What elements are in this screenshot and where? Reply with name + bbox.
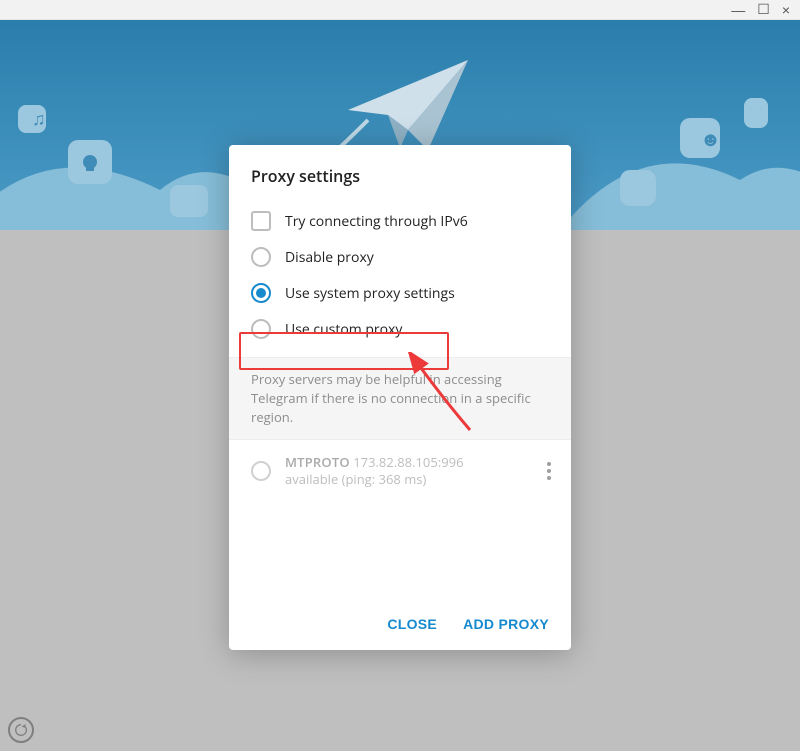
proxy-protocol: MTPROTO <box>285 453 350 471</box>
proxy-options-group: Try connecting through IPv6 Disable prox… <box>229 203 571 357</box>
radio-icon <box>251 319 271 339</box>
option-ipv6[interactable]: Try connecting through IPv6 <box>251 203 549 239</box>
proxy-address: 173.82.88.105:996 <box>353 453 463 471</box>
radio-selected-icon <box>251 283 271 303</box>
radio-icon <box>251 247 271 267</box>
option-disable-proxy[interactable]: Disable proxy <box>251 239 549 275</box>
option-custom-proxy[interactable]: Use custom proxy <box>251 311 549 347</box>
radio-icon <box>251 461 271 481</box>
option-system-proxy[interactable]: Use system proxy settings <box>251 275 549 311</box>
proxy-settings-dialog: Proxy settings Try connecting through IP… <box>229 145 571 650</box>
option-label: Use system proxy settings <box>285 284 455 303</box>
option-label: Try connecting through IPv6 <box>285 212 468 231</box>
svg-text:☻: ☻ <box>700 125 721 152</box>
dialog-actions: CLOSE ADD PROXY <box>229 602 571 650</box>
proxy-meta: MTPROTO 173.82.88.105:996 available (pin… <box>285 454 523 489</box>
option-label: Use custom proxy <box>285 320 402 339</box>
maximize-button[interactable]: ☐ <box>757 1 770 18</box>
proxy-more-menu[interactable] <box>537 456 561 486</box>
close-button[interactable]: CLOSE <box>387 616 437 632</box>
checkbox-icon <box>251 211 271 231</box>
refresh-button[interactable] <box>8 717 34 743</box>
dialog-title: Proxy settings <box>229 145 571 203</box>
proxy-info-text: Proxy servers may be helpful in accessin… <box>229 357 571 440</box>
saved-proxy-item[interactable]: MTPROTO 173.82.88.105:996 available (pin… <box>229 440 571 503</box>
minimize-button[interactable]: — <box>731 2 745 18</box>
option-label: Disable proxy <box>285 248 374 267</box>
proxy-status: available (ping: 368 ms) <box>285 471 523 489</box>
window-titlebar: — ☐ × <box>0 0 800 20</box>
svg-text:♫: ♫ <box>32 107 46 131</box>
close-window-button[interactable]: × <box>782 2 790 18</box>
refresh-icon <box>13 722 29 738</box>
add-proxy-button[interactable]: ADD PROXY <box>463 616 549 632</box>
